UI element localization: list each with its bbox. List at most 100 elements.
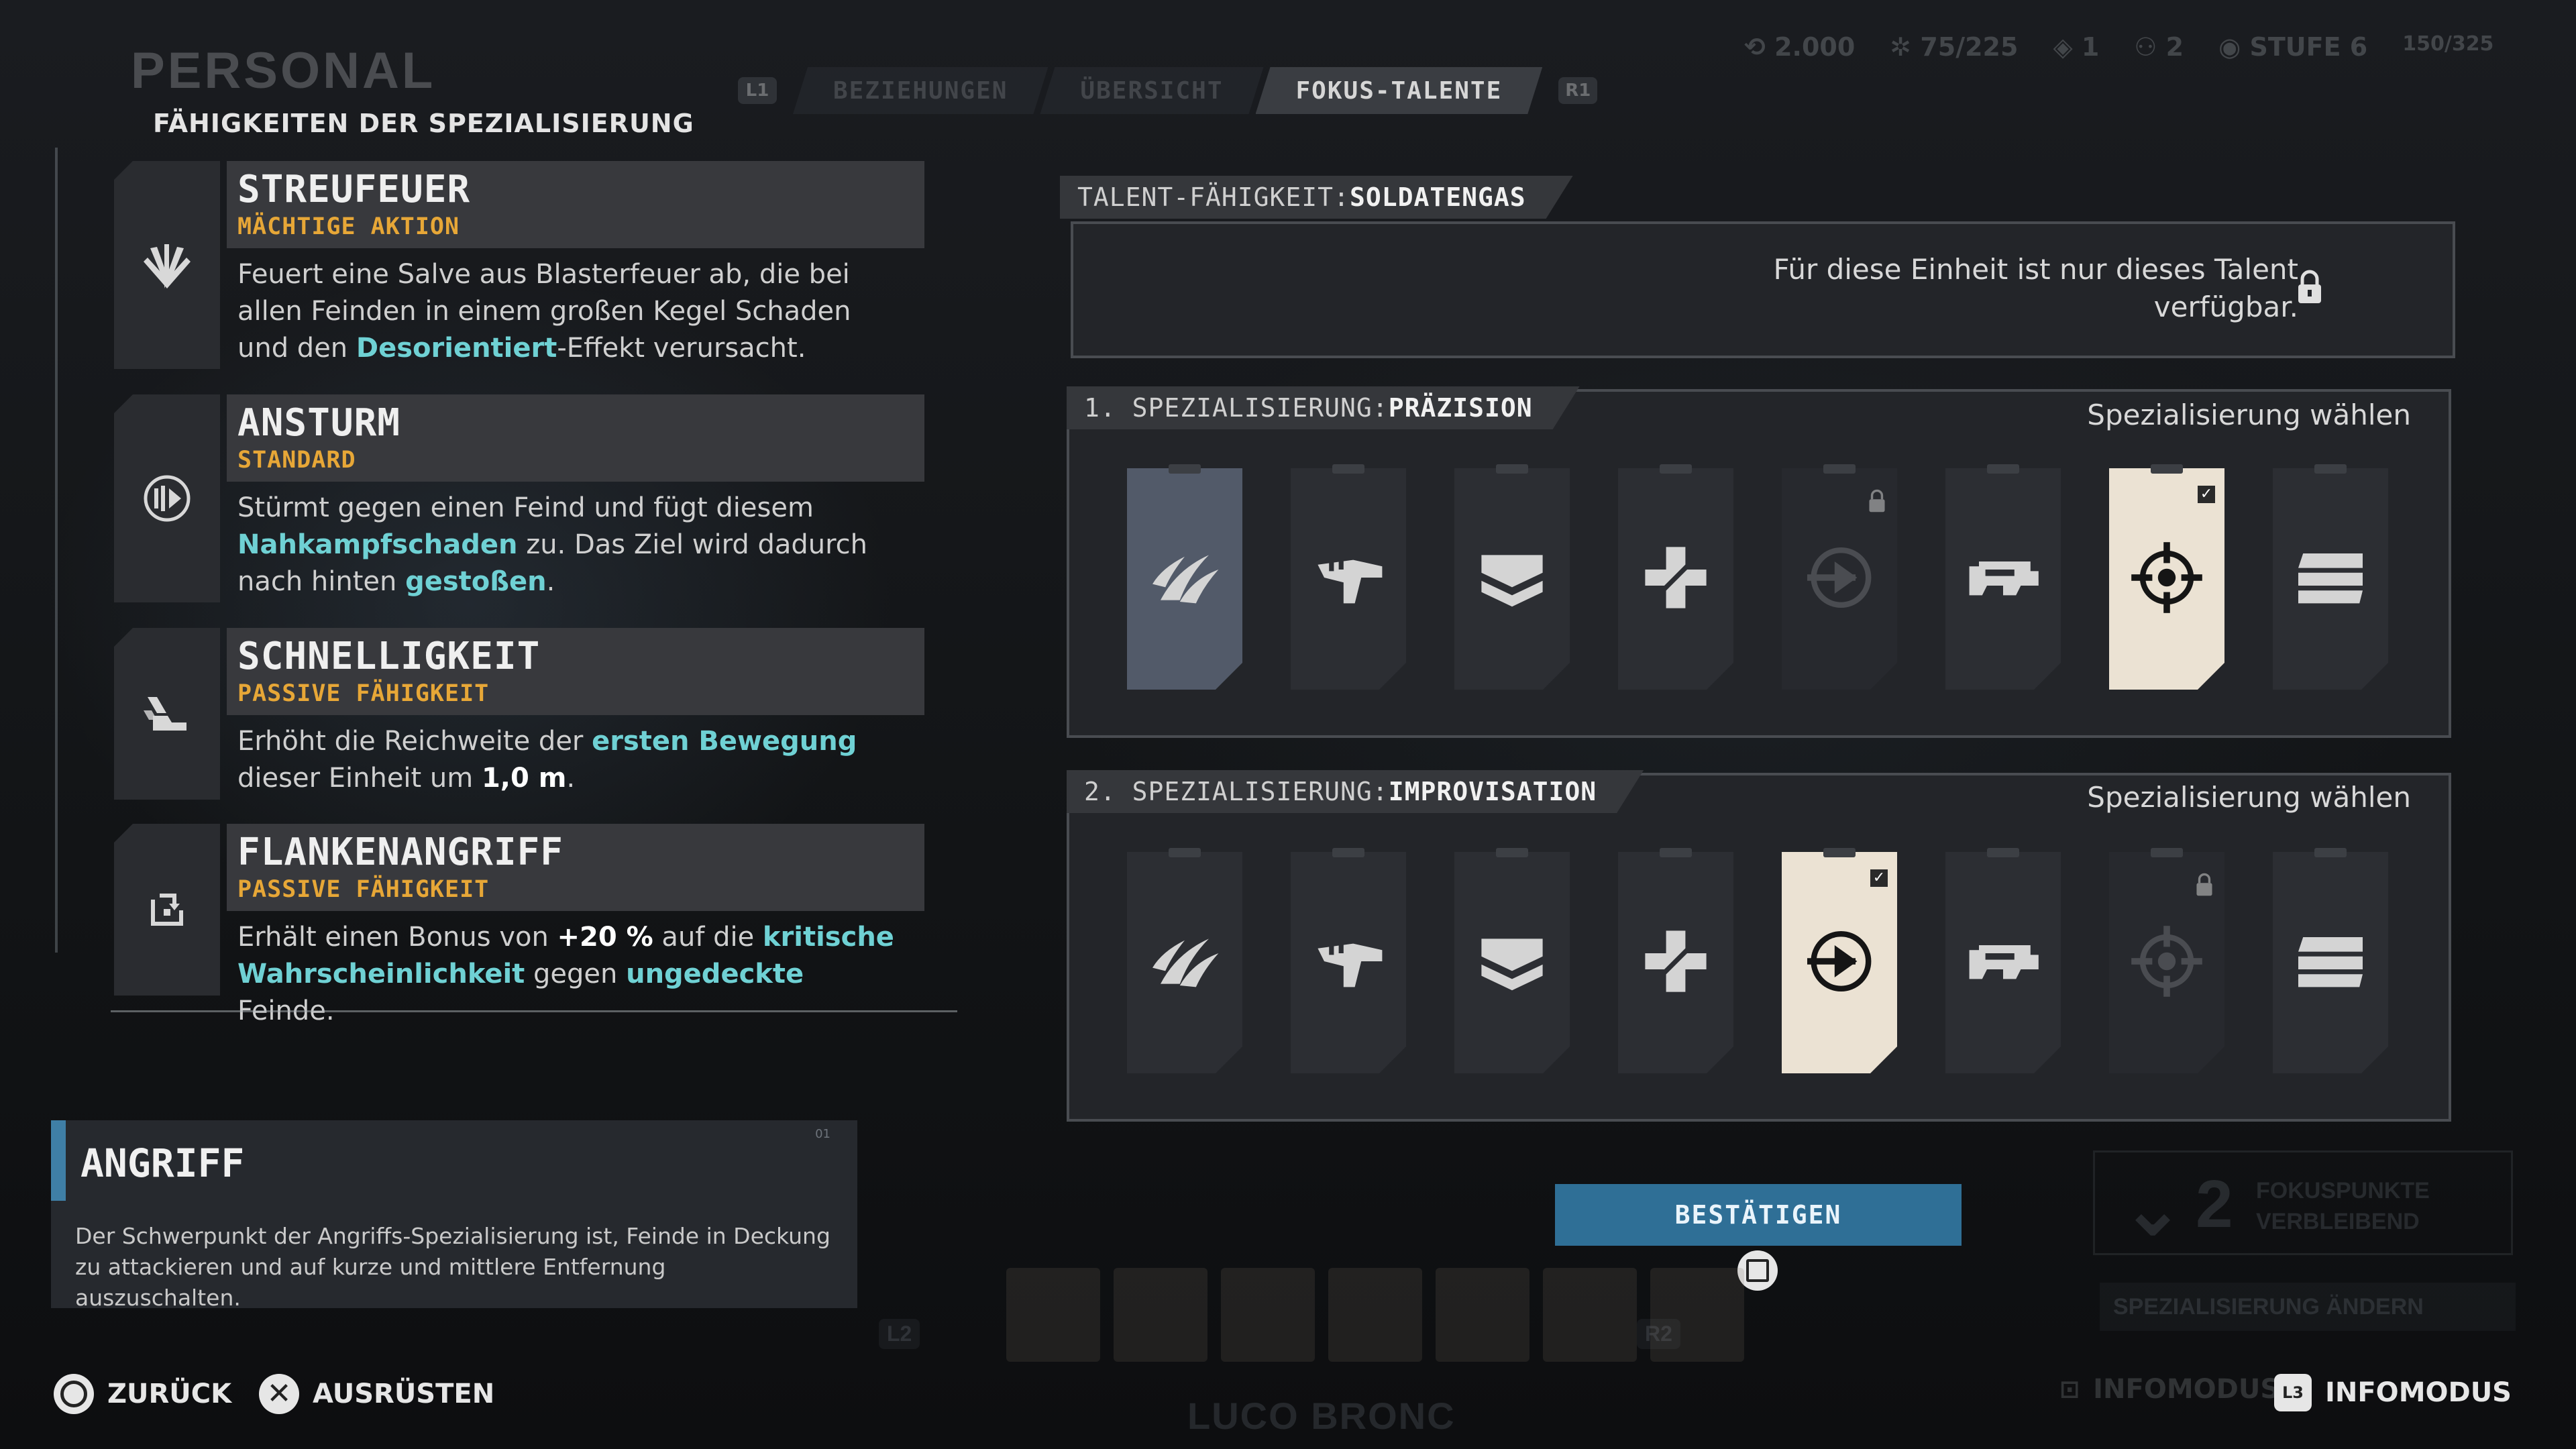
card-tab — [1987, 464, 2019, 474]
tab-uebersicht[interactable]: ÜBERSICHT — [1040, 67, 1263, 114]
ability-type: MÄCHTIGE AKTION — [237, 213, 460, 240]
talent-card[interactable] — [1127, 468, 1242, 690]
card-tab — [1987, 848, 2019, 857]
ability-name: STREUFEUER — [237, 168, 471, 211]
talent-notice: Für diese Einheit ist nur dieses Talent … — [1773, 253, 2299, 323]
cross-button-icon: ✕ — [259, 1374, 299, 1414]
charge-icon — [114, 394, 220, 602]
card-tab — [1169, 464, 1201, 474]
change-spec-button[interactable]: SPEZIALISIERUNG ÄNDERN — [2100, 1283, 2516, 1331]
tab-fokus-talente[interactable]: FOKUS-TALENTE — [1256, 67, 1543, 114]
dash-arrow-icon — [1799, 921, 1880, 1004]
class-tag: 01 — [815, 1127, 830, 1141]
card-tab — [2151, 464, 2183, 474]
ability-name: FLANKENANGRIFF — [237, 830, 564, 874]
roster-portrait[interactable] — [1328, 1268, 1422, 1362]
talent-card[interactable] — [1618, 852, 1733, 1073]
roster-portrait[interactable] — [1006, 1268, 1100, 1362]
ability-schnelligkeit[interactable]: SCHNELLIGKEIT PASSIVE FÄHIGKEIT Erhöht d… — [114, 628, 924, 800]
resource-stats: ⟲ 2.000 ✲ 75/225 ◈ 1 ⚇ 2 ◉ STUFE 6 150/3… — [1744, 32, 2493, 62]
talent-card[interactable] — [1618, 468, 1733, 690]
medic-cross-icon — [1635, 537, 1716, 621]
talent-card[interactable] — [1945, 468, 2061, 690]
card-tab — [1332, 464, 1364, 474]
talent-card[interactable]: ✓ — [2109, 468, 2224, 690]
card-tab — [1169, 848, 1201, 857]
spec2-choose[interactable]: Spezialisierung wählen — [2087, 781, 2411, 814]
spec1-label: 1. SPEZIALISIERUNG: PRÄZISION — [1067, 386, 1580, 429]
ability-description: Feuert eine Salve aus Blasterfeuer ab, d… — [237, 259, 851, 364]
claw-slash-icon — [1144, 921, 1225, 1004]
card-tab — [1660, 848, 1692, 857]
talent-card[interactable] — [1454, 852, 1570, 1073]
card-tab — [1823, 848, 1856, 857]
bumper-l1[interactable]: L1 — [738, 77, 777, 104]
class-description: Der Schwerpunkt der Angriffs-Spezialisie… — [75, 1223, 830, 1311]
ability-description: Stürmt gegen einen Feind und fügt diesem… — [237, 492, 868, 597]
ability-name: ANSTURM — [237, 401, 401, 445]
bumper-l2[interactable]: L2 — [879, 1319, 920, 1349]
lock-icon — [2294, 268, 2325, 309]
back-prompt[interactable]: ZURÜCK — [54, 1374, 231, 1414]
talent-card[interactable] — [1782, 468, 1897, 690]
unit-name: LUCO BRONC — [1187, 1395, 1456, 1437]
card-tab — [1332, 848, 1364, 857]
circle-button-icon — [54, 1374, 94, 1414]
spec2-label: 2. SPEZIALISIERUNG: IMPROVISATION — [1067, 770, 1644, 813]
card-tab — [2314, 464, 2347, 474]
melee-punch-icon — [1308, 537, 1389, 621]
roster-portrait[interactable] — [1650, 1268, 1744, 1362]
equip-prompt[interactable]: ✕ AUSRÜSTEN — [259, 1374, 494, 1414]
tab-bar: L1 BEZIEHUNGEN ÜBERSICHT FOKUS-TALENTE R… — [738, 67, 1613, 114]
checkmark-icon: ✓ — [2198, 486, 2215, 503]
roster-portrait[interactable] — [1114, 1268, 1208, 1362]
divider — [111, 1010, 957, 1012]
talent-card[interactable] — [1127, 852, 1242, 1073]
ability-description: Erhöht die Reichweite der ersten Bewegun… — [237, 726, 857, 794]
level-stat: ◉ STUFE 6 — [2218, 32, 2368, 62]
dash-arrow-icon — [1799, 537, 1880, 621]
chevron-rank-icon — [1472, 537, 1552, 621]
ability-description: Erhält einen Bonus von +20 % auf die kri… — [237, 922, 894, 1026]
flank-attack-icon — [114, 824, 220, 996]
tab-beziehungen[interactable]: BEZIEHUNGEN — [793, 67, 1048, 114]
crosshair-icon — [2127, 921, 2207, 1004]
roster-portrait[interactable] — [1221, 1268, 1315, 1362]
volley-fire-icon — [114, 161, 220, 369]
talent-card[interactable] — [1291, 468, 1406, 690]
ability-ansturm[interactable]: ANSTURM STANDARD Stürmt gegen einen Fein… — [114, 394, 924, 602]
info-mode-prompt[interactable]: L3 INFOMODUS — [2274, 1374, 2512, 1411]
talent-card[interactable] — [2273, 852, 2388, 1073]
ability-streufeuer[interactable]: STREUFEUER MÄCHTIGE AKTION Feuert eine S… — [114, 161, 924, 369]
talent-card[interactable] — [1454, 468, 1570, 690]
ability-flankenangriff[interactable]: FLANKENANGRIFF PASSIVE FÄHIGKEIT Erhält … — [114, 824, 924, 1026]
spec1-choose[interactable]: Spezialisierung wählen — [2087, 398, 2411, 431]
credits-stat: ⟲ 2.000 — [1744, 32, 1856, 62]
ability-type: PASSIVE FÄHIGKEIT — [237, 680, 490, 707]
blaster-rifle-icon — [1963, 921, 2043, 1004]
speed-boot-icon — [114, 628, 220, 800]
left-rail-decoration — [55, 148, 85, 953]
chevron-rank-icon — [1472, 921, 1552, 1004]
talent-label: TALENT-FÄHIGKEIT: SOLDATENGAS — [1060, 176, 1573, 219]
resource-b-stat: ⚇ 2 — [2134, 32, 2184, 62]
crosshair-icon — [2127, 537, 2207, 621]
talent-card[interactable] — [2273, 468, 2388, 690]
roster-portrait[interactable] — [1543, 1268, 1637, 1362]
supplies-stat: ✲ 75/225 — [1890, 32, 2019, 62]
talent-card[interactable]: ✓ — [1782, 852, 1897, 1073]
ability-name: SCHNELLIGKEIT — [237, 635, 541, 678]
talent-card[interactable] — [1291, 852, 1406, 1073]
lock-icon — [1866, 488, 1888, 517]
confirm-button[interactable]: BESTÄTIGEN — [1555, 1184, 1962, 1246]
spec1-panel: Spezialisierung wählen — [1067, 389, 2451, 738]
card-tab — [2314, 848, 2347, 857]
focus-points-box: ⌄ 2 FOKUSPUNKTE VERBLEIBEND — [2093, 1150, 2513, 1255]
roster-portrait[interactable] — [1436, 1268, 1529, 1362]
bumper-r1[interactable]: R1 — [1558, 77, 1598, 104]
talent-card[interactable] — [1945, 852, 2061, 1073]
ability-type: STANDARD — [237, 447, 356, 474]
melee-punch-icon — [1308, 921, 1389, 1004]
talent-card[interactable] — [2109, 852, 2224, 1073]
accent-bar — [51, 1120, 66, 1201]
